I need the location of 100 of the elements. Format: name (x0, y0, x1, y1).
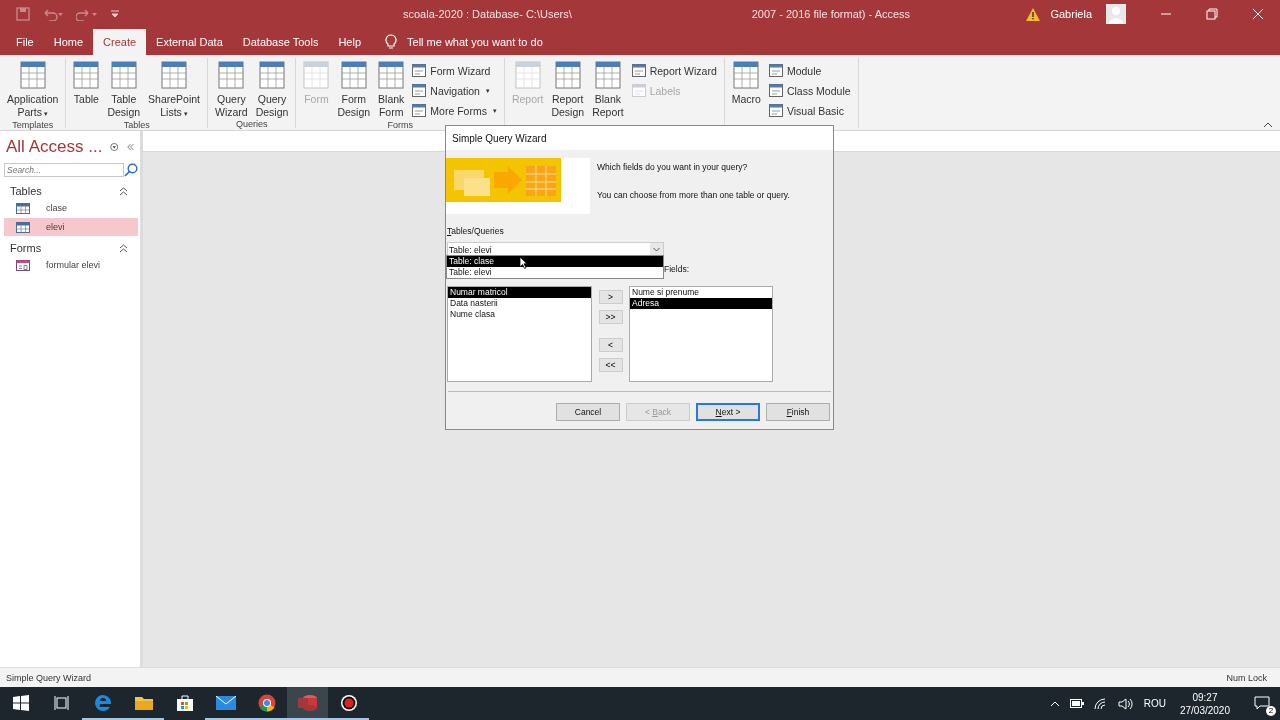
collapse-icon[interactable] (1263, 122, 1273, 128)
ribbon-button[interactable]: Table (70, 61, 103, 120)
small-sheet-icon (768, 104, 783, 117)
dialog-button[interactable]: Finish (766, 403, 830, 421)
dialog-title: Simple Query Wizard (446, 126, 833, 150)
ribbon-button[interactable]: Report Wizard (628, 61, 720, 80)
move-button[interactable]: << (598, 358, 623, 372)
restore-icon[interactable] (1206, 8, 1218, 20)
chrome-icon[interactable] (257, 693, 276, 712)
nav-item[interactable]: clase (4, 199, 138, 217)
group-label: Forms (386, 120, 414, 130)
clock-time[interactable]: 09:27 (1192, 690, 1218, 704)
collapse-pane-icon[interactable] (126, 142, 134, 152)
browser-e-icon[interactable] (93, 693, 112, 712)
chevron-up-icon[interactable] (119, 186, 128, 196)
sheet-icon (378, 61, 405, 89)
move-button[interactable]: > (598, 290, 623, 304)
search-icon[interactable] (124, 163, 138, 177)
list-item[interactable]: Data nasterii (448, 298, 591, 309)
table-icon (16, 202, 30, 214)
dropdown-option[interactable]: Table: elevi (447, 267, 663, 278)
ribbon-button[interactable]: Module (765, 61, 854, 80)
group-label: Templates (11, 120, 55, 130)
ribbon-button[interactable]: Table Design (104, 61, 144, 120)
tell-me-field[interactable]: Tell me what you want to do (407, 36, 543, 48)
dialog-button[interactable]: Cancel (556, 403, 620, 421)
record-icon[interactable] (339, 693, 358, 712)
small-sheet-icon (631, 84, 646, 97)
sheet-icon (110, 61, 137, 89)
ribbon-button[interactable]: Query Design (252, 61, 292, 119)
clock-date[interactable]: 27/03/2020 (1179, 703, 1230, 717)
form-icon (16, 259, 30, 271)
notification-icon[interactable] (1254, 695, 1270, 710)
battery-icon[interactable] (1069, 699, 1084, 708)
folder-icon[interactable] (134, 694, 153, 711)
ribbon-button[interactable]: Blank Form (375, 61, 408, 120)
shopping-bag-icon[interactable] (175, 693, 194, 712)
nav-item[interactable]: elevi (4, 218, 138, 236)
sheet-icon (303, 61, 330, 89)
task-view-icon[interactable] (53, 694, 70, 711)
small-sheet-icon (631, 64, 646, 77)
sheet-icon (161, 61, 188, 89)
hint-text: You can choose from more than one table or query. (597, 190, 790, 200)
mail-icon[interactable] (215, 695, 236, 710)
lightbulb-icon (385, 34, 397, 50)
small-sheet-icon (768, 64, 783, 77)
list-item[interactable]: Numar matricol (448, 287, 591, 298)
windows-icon[interactable] (12, 694, 29, 711)
small-sheet-icon (412, 84, 427, 97)
warning-icon (1026, 7, 1041, 21)
group-label: Tables (122, 120, 151, 130)
small-sheet-icon (412, 104, 427, 117)
sheet-icon (259, 61, 286, 89)
group-header[interactable]: Forms (10, 242, 42, 254)
dropdown-circle-icon[interactable] (110, 141, 119, 153)
user-name[interactable]: Gabriela (1050, 8, 1092, 20)
ribbon-tab[interactable]: Home (43, 29, 94, 55)
ribbon-button[interactable]: Form Wizard (409, 61, 500, 80)
ribbon-button[interactable]: Visual Basic (765, 101, 854, 120)
status-text: Num Lock (1226, 672, 1267, 683)
small-sheet-icon (768, 84, 783, 97)
ribbon-tab[interactable]: Help (328, 29, 371, 55)
group-label: Queries (234, 119, 269, 129)
sheet-icon (554, 61, 581, 89)
sheet-icon (514, 61, 541, 89)
speaker-icon[interactable] (1117, 697, 1134, 710)
sheet-icon (218, 61, 245, 89)
dialog-button[interactable]: Next > (696, 403, 760, 421)
customize-icon[interactable] (110, 9, 120, 19)
sheet-icon (73, 61, 100, 89)
list-item[interactable]: Nume clasa (448, 309, 591, 320)
pane-title[interactable]: All Access ... (6, 137, 103, 157)
wifi-icon[interactable] (1093, 697, 1108, 710)
chevron-up-icon[interactable] (119, 243, 128, 253)
move-button[interactable]: >> (598, 310, 623, 324)
sheet-icon (340, 61, 367, 89)
language-indicator[interactable]: ROU (1143, 698, 1166, 709)
ribbon-tab[interactable]: Create (93, 29, 147, 55)
sheet-icon (19, 61, 46, 89)
field-label: Tables/Queries (447, 226, 505, 238)
close-icon[interactable] (1252, 8, 1264, 20)
sheet-icon (733, 61, 760, 89)
prompt-text: Which fields do you want in your query? (597, 162, 749, 172)
search-field[interactable]: Search... (4, 163, 124, 177)
list-item[interactable]: Nume si prenume (630, 287, 772, 298)
dropdown-option[interactable]: Table: clase (447, 256, 663, 267)
ribbon-tab[interactable]: External Data (146, 29, 233, 55)
move-button[interactable]: < (598, 338, 623, 352)
ribbon-button[interactable]: Class Module (765, 81, 854, 100)
group-header[interactable]: Tables (10, 185, 42, 197)
notification-count: 2 (1266, 705, 1276, 716)
ribbon-button[interactable]: Form Design (334, 61, 374, 120)
sheet-icon (594, 61, 621, 89)
status-text: Simple Query Wizard (6, 672, 92, 683)
window-title: scoala-2020 : Database- C:\Users\ (403, 8, 572, 20)
nav-item[interactable]: formular elevi (4, 256, 138, 274)
list-item[interactable]: Adresa (630, 298, 772, 309)
ribbon-tab[interactable]: Database Tools (232, 29, 329, 55)
ribbon-tab[interactable]: File (6, 29, 44, 55)
ribbon-button[interactable]: Query Wizard (212, 61, 251, 119)
